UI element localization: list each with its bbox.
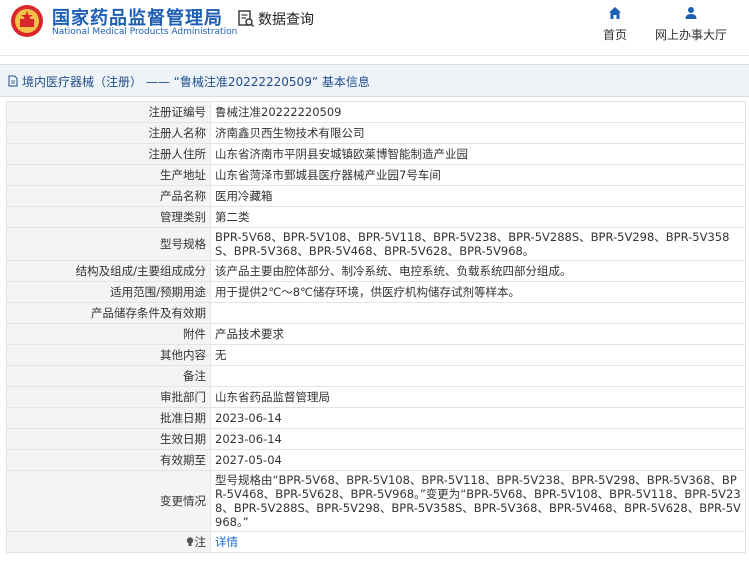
table-row: 附件 产品技术要求 — [6, 323, 746, 345]
field-value: 第二类 — [210, 206, 746, 228]
note-value-cell: 详情 — [210, 531, 746, 553]
field-value: 产品技术要求 — [210, 323, 746, 345]
table-row: 产品名称 医用冷藏箱 — [6, 185, 746, 207]
table-row: 其他内容无 — [6, 344, 746, 366]
table-row: 注 详情 — [6, 531, 746, 553]
field-value: 山东省济南市平阴县安城镇欧莱博智能制造产业园 — [210, 143, 746, 165]
data-query-link[interactable]: 数据查询 — [238, 9, 314, 29]
field-value: BPR-5V68、BPR-5V108、BPR-5V118、BPR-5V238、B… — [210, 227, 746, 261]
table-row: 注册人住所 山东省济南市平阴县安城镇欧莱博智能制造产业园 — [6, 143, 746, 165]
document-icon — [8, 75, 18, 87]
field-value: 2023-06-14 — [210, 407, 746, 429]
detail-table: 注册证编号 鲁械注准20222220509 注册人名称 济南鑫贝西生物技术有限公司 … — [6, 101, 746, 553]
field-label: 有效期至 — [6, 449, 211, 471]
field-label: 注册人住所 — [6, 143, 211, 165]
field-value — [210, 302, 746, 324]
table-row: 备注 — [6, 365, 746, 387]
table-row: 产品储存条件及有效期 — [6, 302, 746, 324]
field-value: 鲁械注准20222220509 — [210, 101, 746, 123]
field-value: 2023-06-14 — [210, 428, 746, 450]
table-row: 变更情况 型号规格由“BPR-5V68、BPR-5V108、BPR-5V118、B… — [6, 470, 746, 532]
field-label: 结构及组成/主要组成成分 — [6, 260, 211, 282]
table-row: 注册人名称 济南鑫贝西生物技术有限公司 — [6, 122, 746, 144]
field-value: 山东省菏泽市鄄城县医疗器械产业园7号车间 — [210, 164, 746, 186]
top-header: 国家药品监督管理局 National Medical Products Admi… — [0, 0, 749, 56]
home-icon — [609, 7, 621, 19]
field-label: 产品储存条件及有效期 — [6, 302, 211, 324]
field-label: 生产地址 — [6, 164, 211, 186]
field-value: 该产品主要由腔体部分、制冷系统、电控系统、负载系统四部分组成。 — [210, 260, 746, 282]
table-row: 批准日期 2023-06-14 — [6, 407, 746, 429]
table-row: 生效日期 2023-06-14 — [6, 428, 746, 450]
document-search-icon — [238, 10, 254, 28]
note-label-cell: 注 — [6, 531, 211, 553]
field-label: 批准日期 — [6, 407, 211, 429]
page-title-bar: 境内医疗器械（注册） —— “鲁械注准20222220509” 基本信息 — [0, 64, 749, 97]
field-label: 注册证编号 — [6, 101, 211, 123]
table-row: 审批部门 山东省药品监督管理局 — [6, 386, 746, 408]
lightbulb-icon — [186, 537, 193, 546]
field-label: 其他内容 — [6, 344, 211, 366]
field-label: 生效日期 — [6, 428, 211, 450]
field-label: 型号规格 — [6, 227, 211, 261]
table-row: 有效期至 2027-05-04 — [6, 449, 746, 471]
table-row: 型号规格 BPR-5V68、BPR-5V108、BPR-5V118、BPR-5V2… — [6, 227, 746, 261]
field-value: 无 — [210, 344, 746, 366]
field-label: 附件 — [6, 323, 211, 345]
field-label: 备注 — [6, 365, 211, 387]
nav-online-service-label: 网上办事大厅 — [654, 28, 727, 42]
emblem-icon — [11, 5, 43, 37]
page-title: 境内医疗器械（注册） —— “鲁械注准20222220509” 基本信息 — [22, 75, 370, 89]
nav-online-service[interactable]: 网上办事大厅 — [646, 6, 736, 43]
field-label: 审批部门 — [6, 386, 211, 408]
note-label: 注 — [194, 535, 207, 549]
field-value: 济南鑫贝西生物技术有限公司 — [210, 122, 746, 144]
field-value: 2027-05-04 — [210, 449, 746, 471]
field-label: 变更情况 — [6, 470, 211, 532]
field-label: 管理类别 — [6, 206, 211, 228]
field-label: 产品名称 — [6, 185, 211, 207]
field-label: 注册人名称 — [6, 122, 211, 144]
field-value — [210, 365, 746, 387]
brand-subtitle: National Medical Products Administration — [52, 27, 238, 37]
table-row: 结构及组成/主要组成成分 该产品主要由腔体部分、制冷系统、电控系统、负载系统四部分… — [6, 260, 746, 282]
details-link[interactable]: 详情 — [215, 535, 238, 549]
field-value: 用于提供2℃～8℃储存环境，供医疗机构储存试剂等样本。 — [210, 281, 746, 303]
field-value: 医用冷藏箱 — [210, 185, 746, 207]
table-row: 注册证编号 鲁械注准20222220509 — [6, 101, 746, 123]
field-value: 山东省药品监督管理局 — [210, 386, 746, 408]
data-query-label: 数据查询 — [258, 12, 314, 28]
table-row: 管理类别 第二类 — [6, 206, 746, 228]
table-row: 生产地址 山东省菏泽市鄄城县医疗器械产业园7号车间 — [6, 164, 746, 186]
user-icon — [685, 7, 697, 19]
field-value: 型号规格由“BPR-5V68、BPR-5V108、BPR-5V118、BPR-5… — [210, 470, 746, 532]
field-label: 适用范围/预期用途 — [6, 281, 211, 303]
table-row: 适用范围/预期用途 用于提供2℃～8℃储存环境，供医疗机构储存试剂等样本。 — [6, 281, 746, 303]
